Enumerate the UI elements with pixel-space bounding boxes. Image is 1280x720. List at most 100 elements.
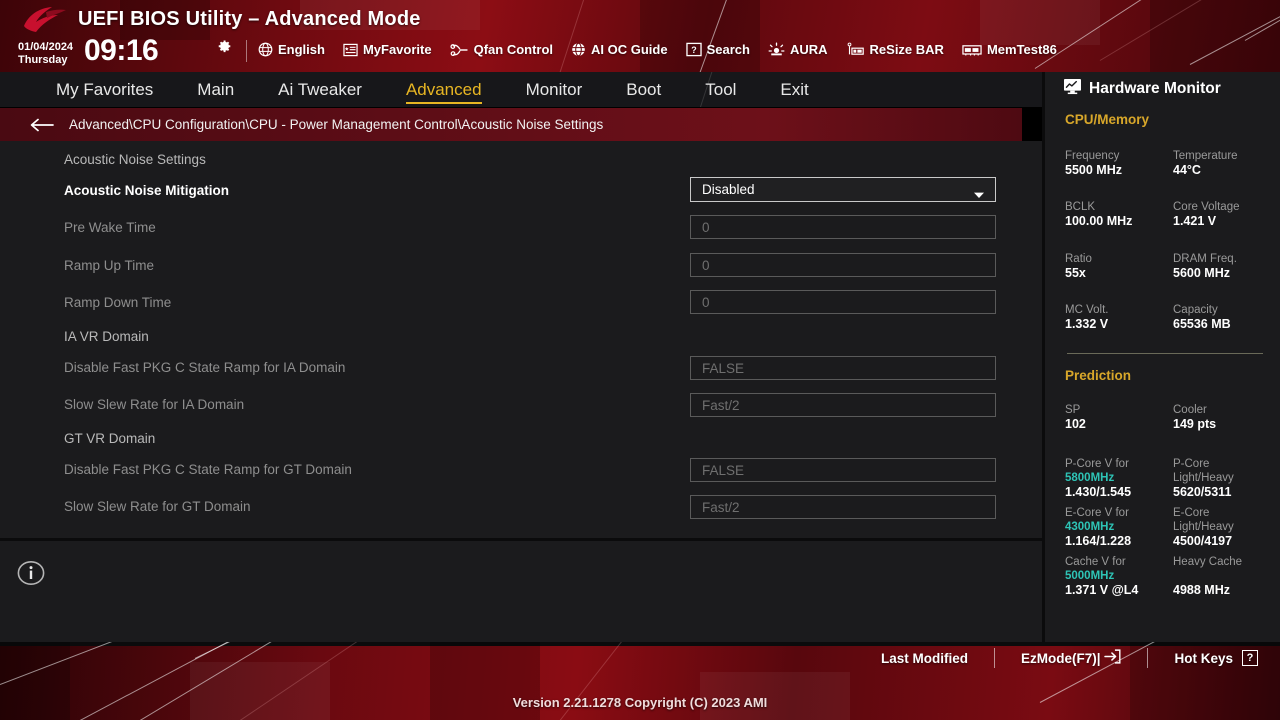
setting-row-slow-slew-rate-ia[interactable]: Slow Slew Rate for IA Domain Fast/2 bbox=[0, 386, 1042, 423]
setting-label: Acoustic Noise Settings bbox=[64, 152, 206, 167]
tool-ai-oc-guide[interactable]: AI OC Guide bbox=[571, 42, 668, 57]
disable-fast-pkg-c-state-ramp-ia-input[interactable]: FALSE bbox=[690, 356, 996, 380]
stat-key-line2: Light/Heavy bbox=[1173, 521, 1234, 533]
setting-label: GT VR Domain bbox=[64, 431, 156, 446]
dropdown-value: Disabled bbox=[702, 182, 755, 197]
setting-label: Disable Fast PKG C State Ramp for GT Dom… bbox=[64, 462, 352, 477]
breadcrumb-path: Advanced\CPU Configuration\CPU - Power M… bbox=[69, 117, 604, 132]
stat-value: 5500 MHz bbox=[1065, 163, 1122, 177]
hardware-monitor-panel: Hardware Monitor CPU/Memory Frequency 55… bbox=[1042, 72, 1280, 642]
slow-slew-rate-gt-input[interactable]: Fast/2 bbox=[690, 495, 996, 519]
memtest-icon bbox=[962, 43, 982, 57]
stat-key: Cooler bbox=[1173, 404, 1207, 416]
setting-row-disable-fast-pkg-c-state-ramp-ia[interactable]: Disable Fast PKG C State Ramp for IA Dom… bbox=[0, 349, 1042, 386]
menu-item-main[interactable]: Main bbox=[197, 80, 234, 100]
field-value: Fast/2 bbox=[702, 397, 740, 413]
sidebar-stat-ecore-voltage: E-Core V for 4300MHz 1.164/1.228 bbox=[1065, 506, 1131, 549]
menu-item-monitor[interactable]: Monitor bbox=[526, 80, 583, 100]
footer-bar: Last Modified EzMode(F7)| Hot Keys ? Ver… bbox=[0, 642, 1280, 720]
menu-item-exit[interactable]: Exit bbox=[780, 80, 808, 100]
ezmode-label: EzMode(F7)| bbox=[1020, 650, 1101, 666]
field-value: 0 bbox=[702, 257, 710, 273]
back-arrow-icon[interactable] bbox=[30, 118, 54, 132]
stat-value: 149 pts bbox=[1173, 417, 1217, 431]
tool-label: AI OC Guide bbox=[591, 42, 668, 57]
setting-row-acoustic-noise-mitigation[interactable]: Acoustic Noise Mitigation Disabled bbox=[0, 172, 1042, 209]
tool-resize-bar[interactable]: ReSize BAR bbox=[846, 42, 944, 57]
stat-value: 4988 MHz bbox=[1173, 583, 1230, 597]
stat-value: 5600 MHz bbox=[1173, 266, 1230, 280]
stat-key: DRAM Freq. bbox=[1173, 253, 1237, 265]
pre-wake-time-input[interactable]: 0 bbox=[690, 215, 996, 239]
system-date: 01/04/2024 Thursday bbox=[18, 42, 73, 66]
system-clock: 09:16 bbox=[84, 34, 159, 67]
header-divider bbox=[246, 40, 247, 62]
field-value: FALSE bbox=[702, 462, 745, 478]
sidebar-stat-temperature: Temperature 44°C bbox=[1173, 149, 1238, 178]
info-icon[interactable] bbox=[17, 559, 45, 592]
setting-row-disable-fast-pkg-c-state-ramp-gt[interactable]: Disable Fast PKG C State Ramp for GT Dom… bbox=[0, 451, 1042, 488]
tool-aura[interactable]: AURA bbox=[768, 42, 828, 57]
stat-value: 44°C bbox=[1173, 163, 1201, 177]
breadcrumb: Advanced\CPU Configuration\CPU - Power M… bbox=[0, 108, 1022, 141]
menu-item-ai-tweaker[interactable]: Ai Tweaker bbox=[278, 80, 362, 100]
menu-item-tool[interactable]: Tool bbox=[705, 80, 736, 100]
setting-row-slow-slew-rate-gt[interactable]: Slow Slew Rate for GT Domain Fast/2 bbox=[0, 488, 1042, 525]
stat-value: 1.371 V @L4 bbox=[1065, 583, 1139, 597]
setting-label: Ramp Down Time bbox=[64, 295, 172, 310]
gear-icon[interactable] bbox=[215, 38, 232, 55]
sidebar-section-prediction: Prediction bbox=[1065, 368, 1132, 383]
stat-key: SP bbox=[1065, 404, 1081, 416]
hardware-monitor-title-text: Hardware Monitor bbox=[1089, 80, 1221, 97]
field-value: Fast/2 bbox=[702, 499, 740, 515]
setting-label: Ramp Up Time bbox=[64, 258, 155, 273]
header-bar: UEFI BIOS Utility – Advanced Mode 01/04/… bbox=[0, 0, 1280, 72]
ezmode-button[interactable]: EzMode(F7)| bbox=[1021, 649, 1122, 667]
tool-qfan-control[interactable]: Qfan Control bbox=[450, 42, 553, 57]
field-value: FALSE bbox=[702, 360, 745, 376]
chevron-down-icon bbox=[973, 186, 985, 204]
svg-text:?: ? bbox=[691, 45, 696, 55]
tool-label: Search bbox=[706, 42, 750, 57]
sidebar-stat-sp: SP 102 bbox=[1065, 403, 1086, 432]
footer-divider bbox=[1147, 648, 1149, 668]
menu-item-my-favorites[interactable]: My Favorites bbox=[56, 80, 153, 100]
menu-item-advanced[interactable]: Advanced bbox=[405, 80, 482, 104]
sidebar-stat-capacity: Capacity 65536 MB bbox=[1173, 303, 1231, 332]
star-list-icon bbox=[343, 43, 358, 57]
tool-search[interactable]: ? Search bbox=[685, 42, 750, 57]
stat-value: 55x bbox=[1065, 266, 1086, 280]
tool-label: English bbox=[278, 42, 325, 57]
footer-divider bbox=[993, 648, 995, 668]
sidebar-stat-pcore-voltage: P-Core V for 5800MHz 1.430/1.545 bbox=[1065, 457, 1131, 500]
stat-key-line1: E-Core bbox=[1173, 507, 1210, 519]
ramp-down-time-input[interactable]: 0 bbox=[690, 290, 996, 314]
hot-keys-button[interactable]: Hot Keys ? bbox=[1174, 650, 1258, 666]
sidebar-stat-frequency: Frequency 5500 MHz bbox=[1065, 149, 1122, 178]
sidebar-stat-mc-volt: MC Volt. 1.332 V bbox=[1065, 303, 1108, 332]
stat-value: 1.430/1.545 bbox=[1065, 485, 1132, 499]
ramp-up-time-input[interactable]: 0 bbox=[690, 253, 996, 277]
setting-label: Disable Fast PKG C State Ramp for IA Dom… bbox=[64, 360, 346, 375]
stat-key: Core Voltage bbox=[1173, 201, 1240, 213]
last-modified-button[interactable]: Last Modified bbox=[881, 651, 968, 666]
acoustic-noise-mitigation-dropdown[interactable]: Disabled bbox=[690, 177, 996, 202]
resize-bar-icon bbox=[846, 42, 865, 57]
menu-item-boot[interactable]: Boot bbox=[626, 80, 661, 100]
tool-label: MyFavorite bbox=[362, 42, 432, 57]
disable-fast-pkg-c-state-ramp-gt-input[interactable]: FALSE bbox=[690, 458, 996, 482]
setting-row-ramp-down-time[interactable]: Ramp Down Time 0 bbox=[0, 284, 1042, 321]
slow-slew-rate-ia-input[interactable]: Fast/2 bbox=[690, 393, 996, 417]
tool-myfavorite[interactable]: MyFavorite bbox=[343, 42, 432, 57]
stat-value: 1.332 V bbox=[1065, 317, 1109, 331]
tool-memtest86[interactable]: MemTest86 bbox=[962, 42, 1057, 57]
setting-row-pre-wake-time[interactable]: Pre Wake Time 0 bbox=[0, 209, 1042, 246]
setting-label: IA VR Domain bbox=[64, 329, 149, 344]
hot-keys-label: Hot Keys bbox=[1174, 650, 1233, 666]
tool-english[interactable]: English bbox=[258, 42, 325, 57]
stat-key-line2: Light/Heavy bbox=[1173, 472, 1234, 484]
sidebar-stat-heavy-cache: Heavy Cache 4988 MHz bbox=[1173, 555, 1242, 598]
stat-key: Ratio bbox=[1065, 253, 1092, 265]
setting-row-ramp-up-time[interactable]: Ramp Up Time 0 bbox=[0, 247, 1042, 284]
setting-label: Acoustic Noise Mitigation bbox=[64, 183, 230, 198]
